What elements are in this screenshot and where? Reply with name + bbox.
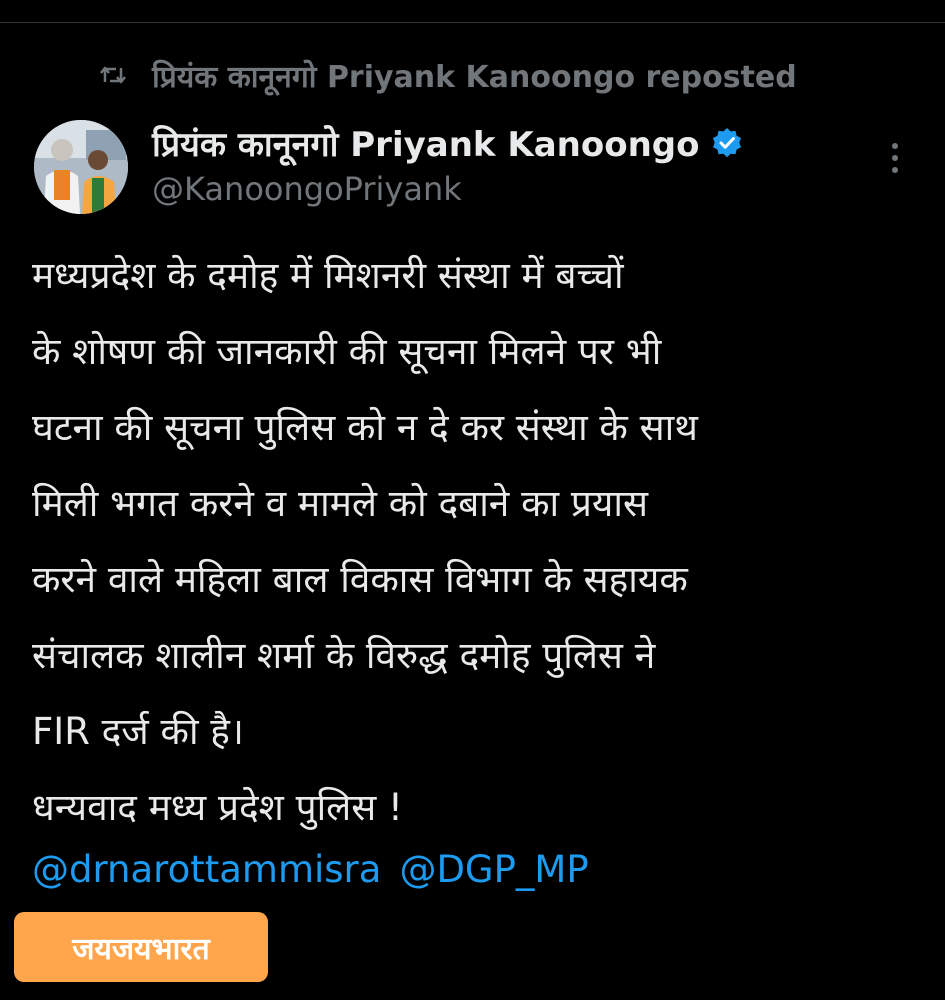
tweet-line: करने वाले महिला बाल विकास विभाग के सहायक [32,558,688,601]
repost-label: प्रियंक कानूनगो Priyank Kanoongo reposte… [152,59,797,95]
repost-indicator[interactable]: प्रियंक कानूनगो Priyank Kanoongo reposte… [100,52,797,98]
author-display-name[interactable]: प्रियंक कानूनगो Priyank Kanoongo [152,120,699,166]
tweet-line: संचालक शालीन शर्मा के विरुद्ध दमोह पुलिस… [32,634,656,677]
mention-link[interactable]: @DGP_MP [399,848,588,891]
mention-link[interactable]: @drnarottammisra [32,848,381,891]
repost-icon [100,64,126,86]
more-vertical-icon[interactable] [880,138,910,178]
watermark-badge: जयजयभारत [14,912,268,982]
tweet-line: मिली भगत करने व मामले को दबाने का प्रयास [32,482,648,525]
watermark-text: जयजयभारत [72,931,210,967]
tweet-mentions: @drnarottammisra @DGP_MP [32,834,589,904]
author-avatar[interactable] [34,120,128,214]
tweet-line: मध्यप्रदेश के दमोह में मिशनरी संस्था में… [32,254,624,297]
top-divider [0,22,945,23]
tweet-line: FIR दर्ज की है। [32,710,244,753]
avatar-photo [34,120,128,214]
author-handle[interactable]: @KanoongoPriyank [152,170,462,208]
verified-badge-icon[interactable] [711,127,743,159]
tweet-body: मध्यप्रदेश के दमोह में मिशनरी संस्था में… [32,238,932,846]
tweet-line: घटना की सूचना पुलिस को न दे कर संस्था के… [32,406,698,449]
tweet-line: के शोषण की जानकारी की सूचना मिलने पर भी [32,330,662,373]
author-name-row[interactable]: प्रियंक कानूनगो Priyank Kanoongo [152,118,743,168]
